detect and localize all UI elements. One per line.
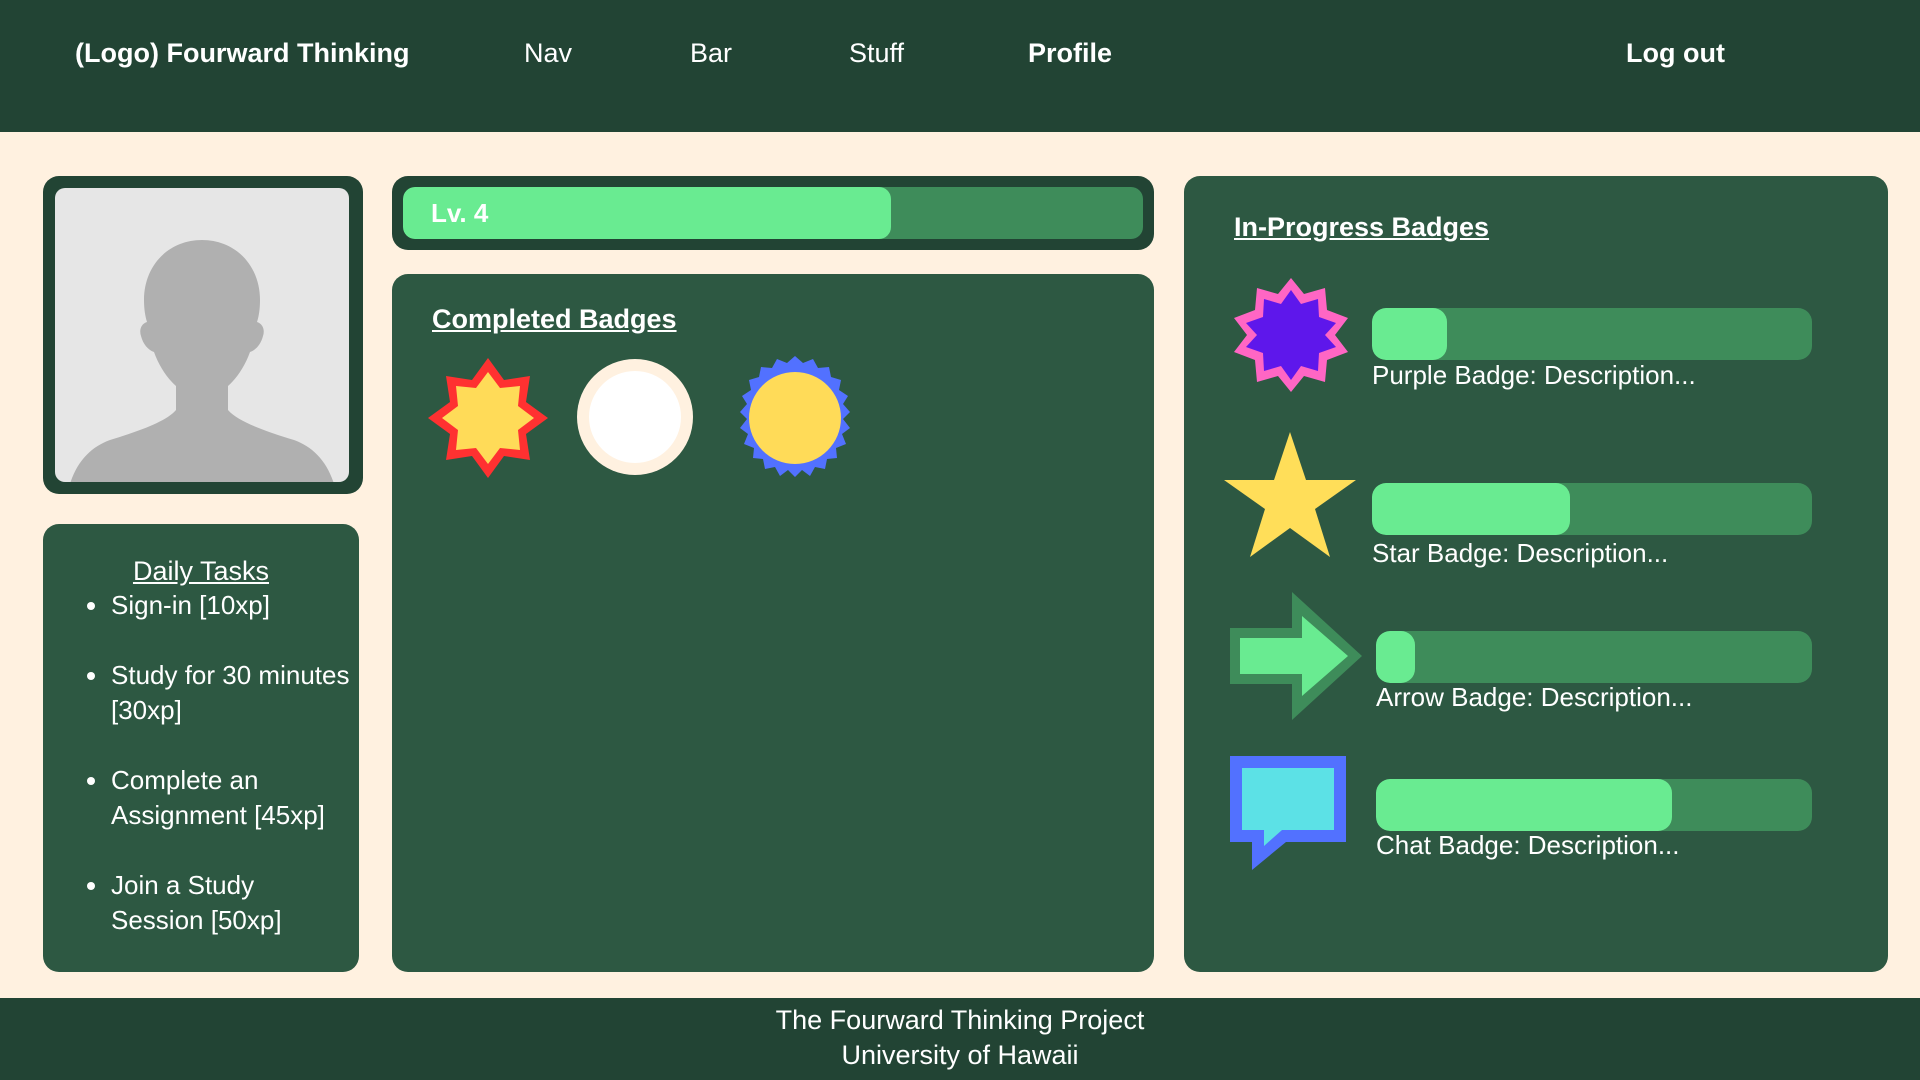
- task-item: Sign-in [10xp]: [87, 588, 351, 623]
- green-arrow-badge-icon[interactable]: [1228, 590, 1364, 722]
- chat-badge-description: Chat Badge: Description...: [1376, 830, 1680, 860]
- daily-tasks-card: Daily Tasks Sign-in [10xp] Study for 30 …: [43, 524, 359, 972]
- daily-tasks-title: Daily Tasks: [132, 556, 270, 586]
- in-progress-badges-title: In-Progress Badges: [1234, 212, 1490, 242]
- arrow-badge-progress-fill: [1376, 631, 1416, 683]
- user-silhouette-icon: [70, 240, 334, 482]
- arrow-badge-description: Arrow Badge: Description...: [1376, 682, 1693, 712]
- star-badge-description: Star Badge: Description...: [1372, 538, 1669, 568]
- purple-badge-progress-bar: [1372, 308, 1812, 360]
- level-progress-bar: Lv. 4: [403, 187, 1143, 239]
- avatar[interactable]: [55, 188, 349, 482]
- arrow-badge-progress-bar: [1376, 631, 1812, 683]
- logo-link[interactable]: (Logo) Fourward Thinking: [75, 36, 409, 70]
- level-label: Lv. 4: [431, 198, 489, 228]
- top-nav-bar: (Logo) Fourward Thinking Nav Bar Stuff P…: [0, 0, 1920, 132]
- chat-badge-progress-bar: [1376, 779, 1812, 831]
- nav-link-bar[interactable]: Bar: [690, 36, 732, 70]
- purple-badge-progress-fill: [1372, 308, 1447, 360]
- purple-starburst-badge-icon[interactable]: [1232, 276, 1350, 394]
- completed-badges-title: Completed Badges: [432, 304, 677, 334]
- profile-picture-card: [43, 176, 363, 494]
- nav-link-stuff[interactable]: Stuff: [849, 36, 904, 70]
- red-yellow-starburst-badge-icon[interactable]: [426, 356, 550, 480]
- yellow-star-badge-icon[interactable]: [1222, 430, 1358, 560]
- task-item: Complete an Assignment [45xp]: [87, 763, 351, 833]
- logout-button[interactable]: Log out: [1626, 36, 1725, 70]
- purple-badge-description: Purple Badge: Description...: [1372, 360, 1696, 390]
- star-badge-progress-bar: [1372, 483, 1812, 535]
- completed-badges-card: Completed Badges: [392, 274, 1154, 972]
- footer: The Fourward Thinking Project University…: [0, 998, 1920, 1080]
- level-card: Lv. 4: [392, 176, 1154, 250]
- white-circle-badge-icon[interactable]: [576, 358, 694, 476]
- in-progress-badges-card: In-Progress Badges Purple Badge: Descrip…: [1184, 176, 1888, 972]
- footer-university: University of Hawaii: [841, 1040, 1079, 1070]
- task-item: Join a Study Session [50xp]: [87, 868, 351, 938]
- nav-link-profile[interactable]: Profile: [1028, 36, 1112, 70]
- chat-bubble-badge-icon[interactable]: [1228, 754, 1348, 872]
- blue-yellow-sunburst-badge-icon[interactable]: [730, 356, 860, 486]
- chat-badge-progress-fill: [1376, 779, 1673, 831]
- footer-project-name: The Fourward Thinking Project: [775, 1005, 1145, 1035]
- star-badge-progress-fill: [1372, 483, 1570, 535]
- task-item: Study for 30 minutes [30xp]: [87, 658, 351, 728]
- nav-link-nav[interactable]: Nav: [524, 36, 572, 70]
